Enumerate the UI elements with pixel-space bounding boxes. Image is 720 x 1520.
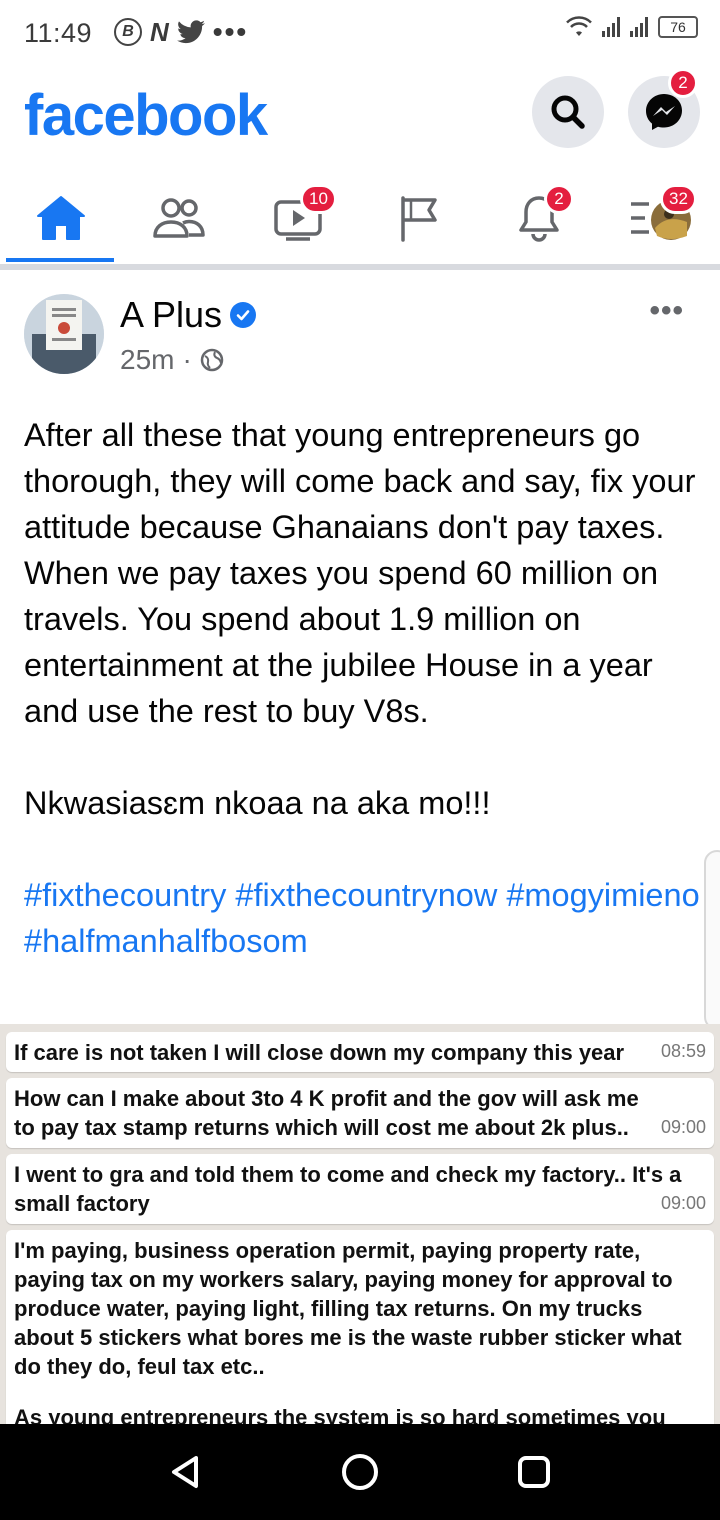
home-icon [37,196,85,240]
tab-notifications[interactable]: 2 [484,172,594,264]
author-avatar[interactable] [24,294,104,374]
chat-message-text: How can I make about 3to 4 K profit and … [14,1086,639,1140]
post-paragraph-2: Nkwasiasɛm nkoaa na aka mo!!! [24,785,491,821]
tabs-divider [0,264,720,270]
search-button[interactable] [532,76,604,148]
post-options-icon[interactable]: ••• [649,294,684,328]
author-name[interactable]: A Plus [120,294,257,336]
tab-friends[interactable] [124,172,234,264]
post-meta: 25m · [120,344,224,376]
b-circle-icon: B [114,18,142,46]
chat-message-time: 08:59 [660,1041,706,1061]
friends-icon [153,198,205,238]
tab-menu[interactable]: 32 [604,172,714,264]
edge-panel-handle[interactable] [704,850,720,1030]
post-text: After all these that young entrepreneurs… [24,412,704,964]
twitter-icon [176,20,205,44]
meta-separator: · [182,344,192,375]
recents-button[interactable] [474,1424,594,1520]
chat-message-text: I'm paying, business operation permit, p… [14,1238,682,1379]
chat-message-text: As young entrepreneurs the system is so … [14,1405,666,1424]
menu-badge: 32 [660,184,697,214]
post-hashtags: #fixthecountry #fixthecountrynow #mogyim… [24,872,704,964]
wifi-icon [566,16,592,36]
watch-badge: 10 [300,184,337,214]
back-triangle-icon [172,1456,198,1488]
n-app-icon: N [150,16,169,47]
post-header: A Plus 25m · ••• [0,282,720,382]
globe-icon [200,348,224,372]
messenger-button[interactable]: 2 [628,68,700,148]
chat-message-text: If care is not taken I will close down m… [14,1040,625,1065]
system-navigation-bar [0,1424,720,1520]
signal-2-icon [630,17,648,37]
tab-home[interactable] [6,172,116,264]
notifications-badge: 2 [544,184,574,214]
back-button[interactable] [126,1424,246,1520]
more-dots-icon: ••• [212,16,249,47]
home-circle-icon [342,1454,378,1490]
tab-watch[interactable]: 10 [244,172,354,264]
status-bar: 11:49 B N ••• 76 [0,0,720,64]
post-image-chat-screenshot[interactable]: If care is not taken I will close down m… [0,1024,720,1424]
battery-icon: 76 [658,16,698,38]
chat-message: I went to gra and told them to come and … [6,1154,714,1224]
chat-message: I'm paying, business operation permit, p… [6,1230,714,1424]
post-time[interactable]: 25m [120,344,174,376]
hashtag-link[interactable]: #mogyimieno [506,877,699,913]
post-paragraph-1: After all these that young entrepreneurs… [24,417,696,729]
verified-icon [230,302,257,328]
chat-message-time: 09:00 [660,1193,706,1213]
search-icon [551,95,585,129]
active-tab-indicator [6,258,114,262]
author-name-text[interactable]: A Plus [120,294,222,336]
chat-message-time: 09:00 [660,1117,706,1137]
screen: 11:49 B N ••• 76 facebook 2 10 2 32 A Pl… [0,0,720,1520]
status-time: 11:49 [24,18,93,48]
flag-icon [401,196,437,242]
hashtag-link[interactable]: #fixthecountrynow [235,877,497,913]
tab-bar: 10 2 32 [0,172,720,264]
messenger-badge: 2 [668,68,698,98]
hashtag-link[interactable]: #halfmanhalfbosom [24,923,308,959]
status-notification-icons: B N ••• [114,16,248,48]
battery-level: 76 [670,19,686,35]
hashtag-link[interactable]: #fixthecountry [24,877,226,913]
recents-square-icon [518,1456,550,1488]
avatar-image [24,294,104,374]
chat-message: If care is not taken I will close down m… [6,1032,714,1072]
status-system-icons: 76 [566,16,698,38]
home-button[interactable] [300,1424,420,1520]
app-header: facebook 2 [0,64,720,164]
facebook-logo[interactable]: facebook [24,82,268,149]
tab-pages[interactable] [364,172,474,264]
signal-1-icon [602,17,620,37]
chat-message-text: I went to gra and told them to come and … [14,1162,682,1216]
chat-message: How can I make about 3to 4 K profit and … [6,1078,714,1148]
